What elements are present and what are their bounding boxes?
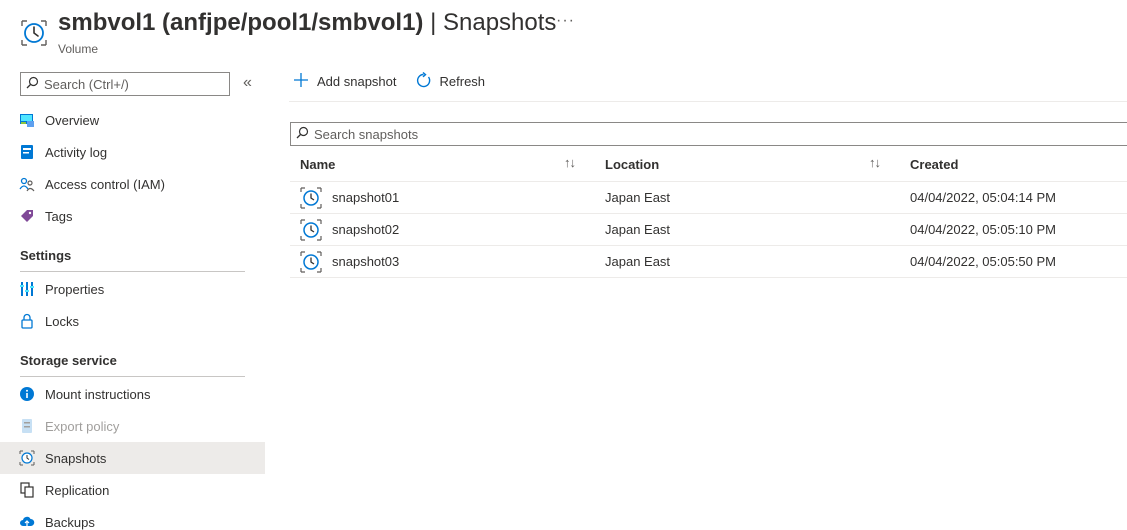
snapshot-search-input[interactable]: Search snapshots: [290, 122, 1127, 146]
title-separator: |: [430, 9, 437, 36]
sidebar-item-replication[interactable]: Replication: [0, 474, 265, 506]
sort-icon[interactable]: ↑↓: [564, 155, 576, 170]
sidebar-item-properties[interactable]: Properties: [0, 273, 265, 305]
snapshot-icon: [300, 186, 322, 209]
column-header-name[interactable]: Name ↑↓: [290, 155, 595, 172]
lock-icon: [19, 313, 35, 329]
add-snapshot-button[interactable]: Add snapshot: [293, 72, 397, 91]
activity-log-icon: [19, 144, 35, 160]
collapse-sidebar-button[interactable]: «: [243, 74, 252, 92]
sidebar-item-activity-log[interactable]: Activity log: [0, 136, 265, 168]
export-policy-icon: [19, 418, 35, 434]
more-options-button[interactable]: ···: [556, 12, 575, 30]
sidebar-item-overview[interactable]: Overview: [0, 104, 265, 136]
sidebar-item-label: Mount instructions: [45, 386, 151, 402]
snapshot-name[interactable]: snapshot03: [332, 254, 399, 269]
sidebar-item-label: Activity log: [45, 144, 108, 160]
replication-icon: [19, 482, 35, 498]
tag-icon: [19, 208, 35, 224]
sidebar-item-backups[interactable]: Backups: [0, 506, 265, 530]
main-content: Add snapshot Refresh Search snapshots Na…: [289, 62, 1127, 530]
search-icon: [296, 126, 309, 142]
sidebar-item-access-control[interactable]: Access control (IAM): [0, 168, 265, 200]
snapshot-clock-icon: [19, 18, 49, 48]
overview-icon: [19, 112, 35, 128]
sidebar-item-label: Access control (IAM): [45, 176, 165, 192]
section-header-storage-service: Storage service: [20, 353, 245, 377]
snapshot-icon: [300, 218, 322, 241]
sidebar-search-input[interactable]: Search (Ctrl+/): [20, 72, 230, 96]
refresh-label: Refresh: [439, 74, 486, 89]
plus-icon: [293, 72, 309, 91]
sidebar-item-label: Replication: [45, 482, 110, 498]
snapshot-search-placeholder: Search snapshots: [314, 126, 419, 142]
snapshot-location: Japan East: [605, 254, 671, 269]
snapshot-created: 04/04/2022, 05:05:50 PM: [910, 254, 1057, 269]
column-header-label: Location: [605, 157, 660, 172]
table-header: Name ↑↓ Location ↑↓ Created: [290, 148, 1127, 182]
table-row[interactable]: snapshot02 Japan East 04/04/2022, 05:05:…: [290, 214, 1127, 246]
sidebar-item-mount-instructions[interactable]: Mount instructions: [0, 378, 265, 410]
sidebar-item-locks[interactable]: Locks: [0, 305, 265, 337]
refresh-button[interactable]: Refresh: [415, 71, 486, 92]
table-row[interactable]: snapshot03 Japan East 04/04/2022, 05:05:…: [290, 246, 1127, 278]
refresh-icon: [415, 71, 432, 92]
sidebar-item-label: Overview: [45, 112, 100, 128]
page-header: smbvol1 (anfjpe/pool1/smbvol1) | Snapsho…: [0, 0, 1127, 62]
search-icon: [26, 76, 39, 92]
properties-icon: [19, 281, 35, 297]
sidebar: Search (Ctrl+/) « Overview Activity log …: [0, 62, 265, 530]
table-row[interactable]: snapshot01 Japan East 04/04/2022, 05:04:…: [290, 182, 1127, 214]
sidebar-search-placeholder: Search (Ctrl+/): [44, 76, 129, 92]
snapshot-icon: [300, 250, 322, 273]
snapshot-location: Japan East: [605, 190, 671, 205]
snapshot-created: 04/04/2022, 05:05:10 PM: [910, 222, 1057, 237]
sidebar-item-label: Snapshots: [45, 450, 107, 466]
page-title: smbvol1 (anfjpe/pool1/smbvol1) | Snapsho…: [58, 9, 556, 37]
resource-name: smbvol1 (anfjpe/pool1/smbvol1): [58, 9, 424, 36]
backup-icon: [19, 514, 35, 530]
sidebar-item-label: Properties: [45, 281, 105, 297]
info-icon: [19, 386, 35, 402]
sidebar-item-export-policy[interactable]: Export policy: [0, 410, 265, 442]
snapshot-name[interactable]: snapshot01: [332, 190, 399, 205]
access-control-icon: [19, 176, 35, 192]
sidebar-item-label: Tags: [45, 208, 73, 224]
sidebar-item-label: Locks: [45, 313, 79, 329]
sidebar-item-snapshots[interactable]: Snapshots: [0, 442, 265, 474]
column-header-location[interactable]: Location ↑↓: [595, 155, 900, 172]
resource-type: Volume: [58, 42, 99, 56]
command-bar: Add snapshot Refresh: [289, 62, 1127, 102]
snapshot-name[interactable]: snapshot02: [332, 222, 399, 237]
snapshot-location: Japan East: [605, 222, 671, 237]
sidebar-item-tags[interactable]: Tags: [0, 200, 265, 232]
sidebar-item-label: Export policy: [45, 418, 120, 434]
column-header-label: Name: [300, 157, 336, 172]
add-snapshot-label: Add snapshot: [317, 74, 397, 89]
sidebar-item-label: Backups: [45, 514, 95, 530]
snapshots-table: Name ↑↓ Location ↑↓ Created snapshot01 J…: [290, 148, 1127, 278]
snapshot-created: 04/04/2022, 05:04:14 PM: [910, 190, 1057, 205]
page-name: Snapshots: [442, 9, 557, 36]
section-header-settings: Settings: [20, 248, 245, 272]
sort-icon[interactable]: ↑↓: [869, 155, 881, 170]
column-header-created[interactable]: Created: [900, 157, 1127, 172]
snapshot-icon: [19, 450, 35, 466]
